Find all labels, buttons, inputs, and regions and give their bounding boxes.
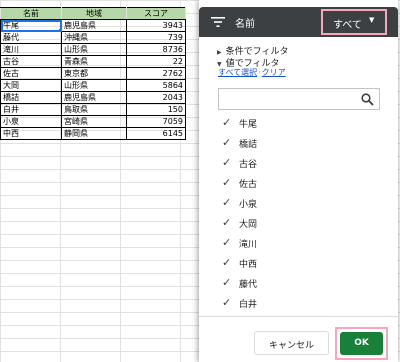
- value-checkbox-item[interactable]: ✓ 大岡: [222, 213, 372, 233]
- table-row: 滝川 山形県 8736: [0, 43, 186, 56]
- table-header-row: 名前 地域 スコア: [0, 7, 186, 20]
- ok-label: OK: [354, 338, 369, 348]
- selection-links: すべて選択·クリア: [218, 67, 286, 78]
- cancel-label: キャンセル: [268, 341, 314, 351]
- table-row: 牛尾 鹿児島県 3943: [0, 19, 186, 32]
- name-cell[interactable]: 藤代: [0, 31, 62, 44]
- dropdown-label: すべて: [333, 20, 362, 31]
- search-icon[interactable]: [361, 93, 374, 106]
- value-label: 滝川: [239, 240, 258, 250]
- value-checkbox-item[interactable]: ✓ 橋詰: [222, 133, 372, 153]
- value-search-input[interactable]: [223, 91, 359, 107]
- name-cell[interactable]: 橋詰: [0, 91, 62, 104]
- link-separator: ·: [258, 68, 261, 77]
- value-checkbox-item[interactable]: ✓ 牛尾: [222, 113, 372, 133]
- fill-handle[interactable]: [59, 29, 61, 31]
- caret-down-icon: ▼: [369, 16, 375, 24]
- score-cell[interactable]: 5864: [126, 79, 186, 92]
- footer-divider: [199, 316, 398, 317]
- name-cell[interactable]: 小泉: [0, 115, 62, 128]
- value-checkbox-item[interactable]: ✓ 白井: [222, 293, 372, 313]
- value-checkbox-item[interactable]: ✓ 中西: [222, 253, 372, 273]
- value-label: 白井: [239, 300, 258, 310]
- checkmark-icon: ✓: [222, 176, 232, 189]
- value-search-box: [218, 88, 380, 110]
- name-cell[interactable]: 古谷: [0, 55, 62, 68]
- region-cell[interactable]: 鹿児島県: [61, 91, 127, 104]
- region-cell[interactable]: 鹿児島県: [61, 19, 127, 32]
- score-cell[interactable]: 150: [126, 103, 186, 116]
- region-cell[interactable]: 山形県: [61, 43, 127, 56]
- region-cell[interactable]: 山形県: [61, 79, 127, 92]
- name-cell[interactable]: 佐古: [0, 67, 62, 80]
- table-row: 白井 鳥取県 150: [0, 103, 186, 116]
- value-checkbox-item[interactable]: ✓ 滝川: [222, 233, 372, 253]
- score-cell[interactable]: 6145: [126, 127, 186, 140]
- clear-link[interactable]: クリア: [262, 68, 286, 77]
- score-cell[interactable]: 7059: [126, 115, 186, 128]
- checkmark-icon: ✓: [222, 156, 232, 169]
- region-cell[interactable]: 鳥取県: [61, 103, 127, 116]
- score-cell[interactable]: 2043: [126, 91, 186, 104]
- cell-text: 牛尾: [3, 21, 19, 30]
- table-row: 藤代 沖縄県 739: [0, 31, 186, 44]
- checkmark-icon: ✓: [222, 236, 232, 249]
- table-row: 小泉 宮崎県 7059: [0, 115, 186, 128]
- filter-panel-header: 名前 すべて ▼: [199, 7, 398, 37]
- checkmark-icon: ✓: [222, 196, 232, 209]
- table-row: 大岡 山形県 5864: [0, 79, 186, 92]
- filter-panel: 名前 すべて ▼ ▶ 条件でフィルタ ▼ 値でフィルタ すべて選択·クリア ✓ 牛尾 …: [199, 0, 398, 362]
- value-checkbox-item[interactable]: ✓ 小泉: [222, 193, 372, 213]
- caret-right-icon: ▶: [217, 49, 222, 56]
- value-label: 古谷: [239, 160, 258, 170]
- value-label: 中西: [239, 260, 258, 270]
- header-cell-score[interactable]: スコア: [126, 7, 186, 20]
- value-checkbox-item[interactable]: ✓ 古谷: [222, 153, 372, 173]
- score-cell[interactable]: 8736: [126, 43, 186, 56]
- header-cell-name[interactable]: 名前: [0, 7, 62, 20]
- region-cell[interactable]: 東京都: [61, 67, 127, 80]
- checkmark-icon: ✓: [222, 136, 232, 149]
- value-label: 藤代: [239, 280, 258, 290]
- data-table: 名前 地域 スコア 牛尾 鹿児島県 3943 藤代 沖縄県 739 滝川 山形県…: [0, 7, 186, 140]
- sort-options-dropdown[interactable]: すべて ▼: [321, 9, 387, 35]
- checkmark-icon: ✓: [222, 116, 232, 129]
- checkmark-icon: ✓: [222, 256, 232, 269]
- cancel-button[interactable]: キャンセル: [254, 331, 329, 355]
- region-cell[interactable]: 静岡県: [61, 127, 127, 140]
- score-cell[interactable]: 2762: [126, 67, 186, 80]
- region-cell[interactable]: 沖縄県: [61, 31, 127, 44]
- filter-icon: [211, 17, 225, 27]
- region-cell[interactable]: 宮崎県: [61, 115, 127, 128]
- table-row: 中西 静岡県 6145: [0, 127, 186, 140]
- value-label: 佐古: [239, 180, 258, 190]
- name-cell[interactable]: 滝川: [0, 43, 62, 56]
- value-label: 牛尾: [239, 120, 258, 130]
- select-all-link[interactable]: すべて選択: [218, 68, 257, 77]
- value-checkbox-item[interactable]: ✓ 佐古: [222, 173, 372, 193]
- name-cell[interactable]: 牛尾: [0, 19, 62, 32]
- ok-highlight: OK: [335, 327, 388, 360]
- filter-column-title: 名前: [235, 19, 255, 30]
- value-checkbox-item[interactable]: ✓ 藤代: [222, 273, 372, 293]
- score-cell[interactable]: 3943: [126, 19, 186, 32]
- region-cell[interactable]: 青森県: [61, 55, 127, 68]
- ok-button[interactable]: OK: [340, 332, 383, 355]
- score-cell[interactable]: 739: [126, 31, 186, 44]
- checkmark-icon: ✓: [222, 216, 232, 229]
- table-row: 佐古 東京都 2762: [0, 67, 186, 80]
- name-cell[interactable]: 大岡: [0, 79, 62, 92]
- checkmark-icon: ✓: [222, 276, 232, 289]
- name-cell[interactable]: 白井: [0, 103, 62, 116]
- table-row: 橋詰 鹿児島県 2043: [0, 91, 186, 104]
- header-cell-region[interactable]: 地域: [61, 7, 127, 20]
- table-row: 古谷 青森県 22: [0, 55, 186, 68]
- score-cell[interactable]: 22: [126, 55, 186, 68]
- value-label: 大岡: [239, 220, 258, 230]
- value-label: 橋詰: [239, 140, 258, 150]
- checkmark-icon: ✓: [222, 296, 232, 309]
- name-cell[interactable]: 中西: [0, 127, 62, 140]
- value-label: 小泉: [239, 200, 258, 210]
